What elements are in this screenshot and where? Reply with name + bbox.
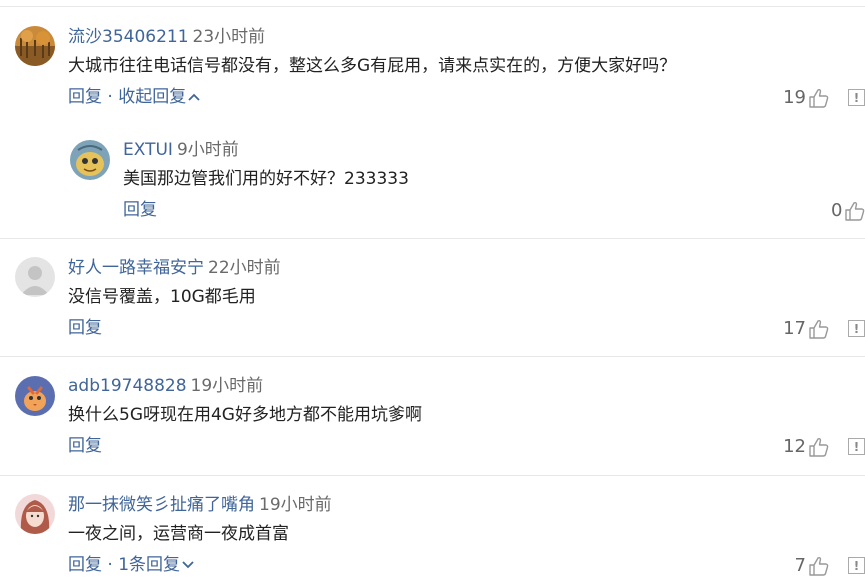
like-count: 12 [783, 436, 806, 457]
expand-replies-button[interactable]: 1条回复 [118, 555, 194, 575]
like-button[interactable]: 0 [831, 200, 865, 222]
like-count: 0 [831, 200, 843, 221]
comment-text: 换什么5G呀现在用4G好多地方都不能用坑爹啊 [68, 405, 422, 425]
report-icon: ! [853, 90, 860, 105]
like-button[interactable]: 19 [783, 87, 830, 109]
report-button[interactable]: ! [848, 438, 865, 455]
like-count: 19 [783, 87, 806, 108]
avatar[interactable] [15, 26, 55, 66]
like-button[interactable]: 17 [783, 318, 830, 340]
avatar[interactable] [70, 140, 110, 180]
thumbs-up-icon [845, 201, 865, 221]
report-button[interactable]: ! [848, 320, 865, 337]
like-count: 17 [783, 318, 806, 339]
avatar[interactable] [15, 257, 55, 297]
reply-button[interactable]: 回复 [68, 555, 102, 575]
comment-meta: 好人一路幸福安宁 22小时前 [68, 258, 281, 278]
reply-text: 美国那边管我们用的好不好？233333 [123, 169, 409, 189]
expand-replies-label: 1条回复 [118, 555, 181, 575]
comment-text: 大城市往往电话信号都没有，整这么多G有屁用，请来点实在的，方便大家好吗？ [68, 56, 677, 76]
comment-text: 一夜之间，运营商一夜成首富 [68, 524, 289, 544]
report-icon: ! [853, 439, 860, 454]
avatar-image [15, 26, 55, 66]
report-icon: ! [853, 558, 860, 573]
avatar[interactable] [15, 376, 55, 416]
thumbs-up-icon [809, 437, 829, 457]
collapse-replies-label: 收起回复 [118, 87, 187, 107]
comment-text: 没信号覆盖，10G都毛用 [68, 287, 256, 307]
username-link[interactable]: adb19748828 [68, 376, 187, 396]
avatar-image [70, 140, 110, 180]
chevron-down-icon [182, 561, 194, 569]
reply-button[interactable]: 回复 [68, 87, 102, 107]
reply-button[interactable]: 回复 [68, 318, 102, 338]
username-link[interactable]: EXTUI [123, 140, 173, 160]
reply-actions: 回复 [123, 200, 157, 220]
like-count: 7 [794, 555, 806, 576]
username-link[interactable]: 那一抹微笑彡扯痛了嘴角 [68, 495, 255, 515]
like-button[interactable]: 12 [783, 436, 830, 458]
reply-button[interactable]: 回复 [123, 200, 157, 220]
timestamp: 19小时前 [190, 376, 264, 396]
username-link[interactable]: 好人一路幸福安宁 [68, 258, 204, 278]
reply-button[interactable]: 回复 [68, 436, 102, 456]
comment-actions: 回复 · 1条回复 [68, 555, 194, 575]
thumbs-up-icon [809, 88, 829, 108]
report-icon: ! [853, 321, 860, 336]
avatar-image [15, 494, 55, 534]
thumbs-up-icon [809, 319, 829, 339]
divider [0, 6, 865, 7]
default-avatar-icon [15, 257, 55, 297]
comment-actions: 回复 · 收起回复 [68, 87, 200, 107]
report-button[interactable]: ! [848, 557, 865, 574]
comment-meta: 那一抹微笑彡扯痛了嘴角 19小时前 [68, 495, 332, 515]
reply-meta: EXTUI 9小时前 [123, 140, 239, 160]
timestamp: 9小时前 [176, 140, 239, 160]
collapse-replies-button[interactable]: 收起回复 [118, 87, 200, 107]
comment-actions: 回复 [68, 436, 102, 456]
chevron-up-icon [188, 93, 200, 101]
comment-meta: 流沙35406211 23小时前 [68, 27, 265, 47]
separator: · [107, 87, 113, 107]
username-link[interactable]: 流沙35406211 [68, 27, 189, 47]
divider [0, 238, 865, 239]
avatar[interactable] [15, 494, 55, 534]
like-button[interactable]: 7 [795, 555, 830, 577]
comment-actions: 回复 [68, 318, 102, 338]
timestamp: 23小时前 [192, 27, 266, 47]
timestamp: 19小时前 [259, 495, 332, 515]
timestamp: 22小时前 [208, 258, 281, 278]
divider [0, 356, 865, 357]
separator: · [107, 555, 113, 575]
report-button[interactable]: ! [848, 89, 865, 106]
comment-meta: adb19748828 19小时前 [68, 376, 263, 396]
divider [0, 475, 865, 476]
avatar-image [15, 376, 55, 416]
thumbs-up-icon [809, 556, 829, 576]
